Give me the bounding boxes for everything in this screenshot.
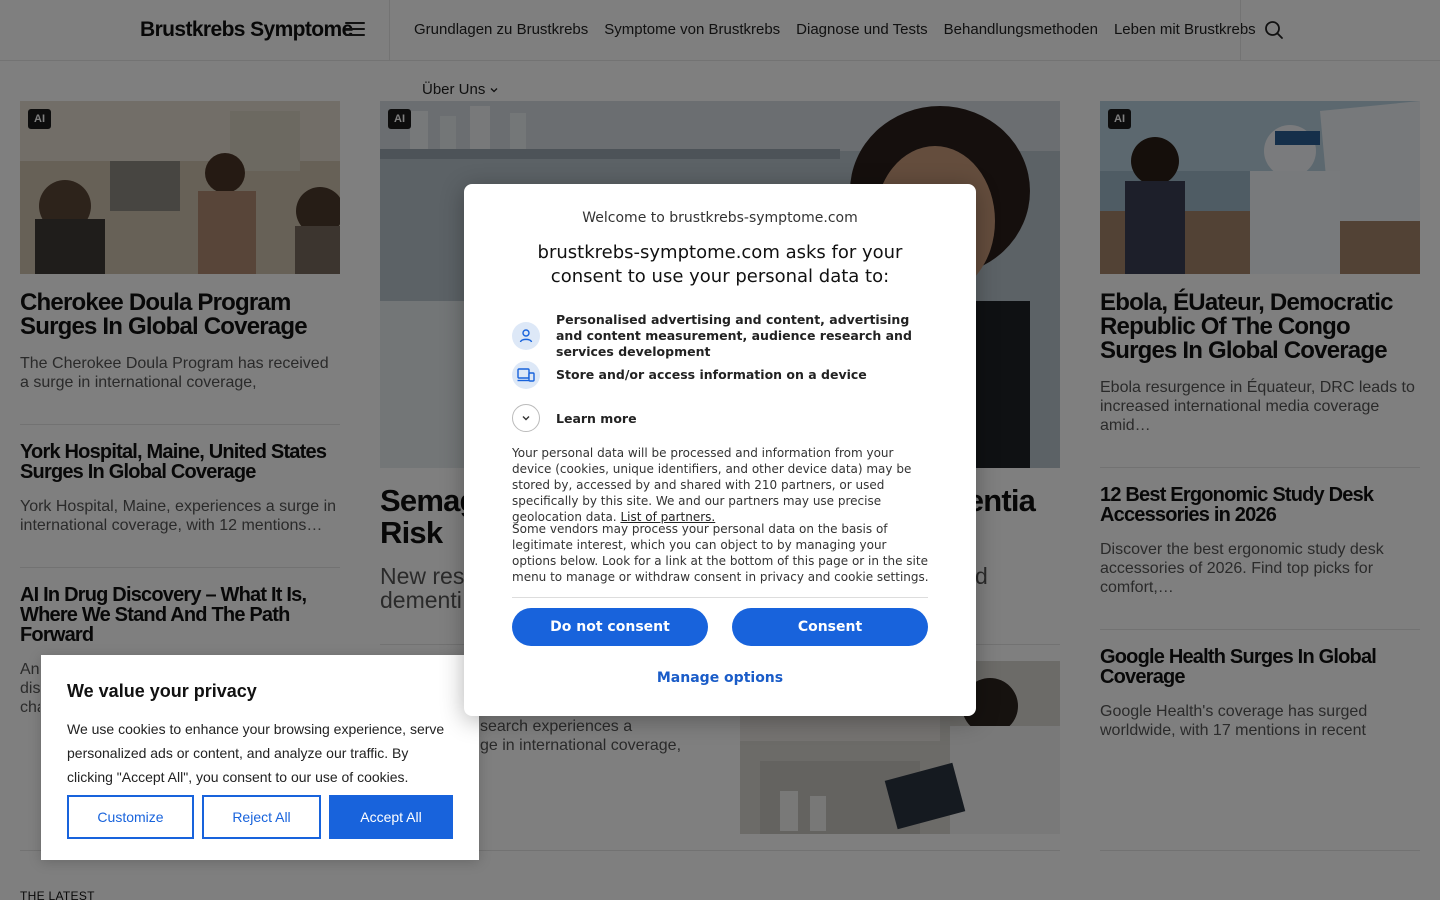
learn-more-toggle[interactable]: Learn more bbox=[512, 404, 637, 432]
accept-all-button[interactable]: Accept All bbox=[329, 795, 453, 839]
consent-body-text: Your personal data will be processed and… bbox=[512, 445, 932, 525]
divider bbox=[512, 597, 928, 598]
cookie-banner-title: We value your privacy bbox=[67, 681, 257, 701]
consent-button[interactable]: Consent bbox=[732, 608, 928, 646]
cookie-banner-actions: Customize Reject All Accept All bbox=[67, 795, 453, 839]
consent-purpose-text: Store and/or access information on a dev… bbox=[556, 367, 867, 382]
cookie-banner: We value your privacy We use cookies to … bbox=[41, 655, 479, 860]
do-not-consent-button[interactable]: Do not consent bbox=[512, 608, 708, 646]
consent-welcome: Welcome to brustkrebs-symptome.com bbox=[582, 210, 858, 226]
chevron-down-icon bbox=[512, 404, 540, 432]
consent-body-2: Some vendors may process your personal d… bbox=[512, 522, 929, 584]
cookie-banner-text: We use cookies to enhance your browsing … bbox=[67, 721, 445, 785]
customize-button[interactable]: Customize bbox=[67, 795, 194, 839]
learn-more-label: Learn more bbox=[556, 410, 637, 426]
consent-purpose-text: Personalised advertising and content, ad… bbox=[556, 312, 912, 359]
reject-all-button[interactable]: Reject All bbox=[202, 795, 321, 839]
article-excerpt-fragment: Andischa bbox=[20, 661, 40, 716]
consent-dialog: Welcome to brustkrebs-symptome.com brust… bbox=[464, 184, 976, 716]
person-icon bbox=[512, 322, 540, 350]
manage-options-link[interactable]: Manage options bbox=[464, 670, 976, 686]
consent-purpose: Personalised advertising and content, ad… bbox=[512, 312, 928, 360]
devices-icon bbox=[512, 361, 540, 389]
consent-heading: brustkrebs-symptome.com asks for your co… bbox=[537, 242, 903, 287]
consent-purpose: Store and/or access information on a dev… bbox=[512, 361, 928, 389]
